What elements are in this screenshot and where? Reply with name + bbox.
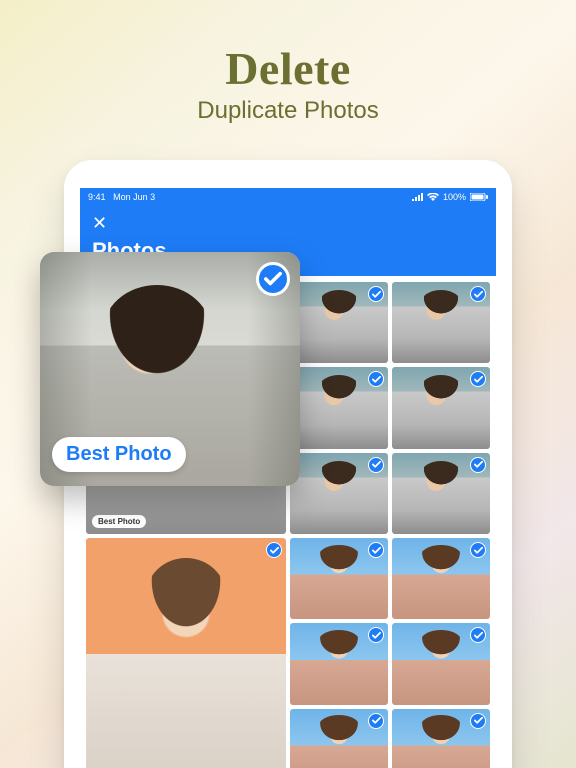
select-check-icon[interactable] — [368, 542, 384, 558]
select-check-icon[interactable] — [470, 627, 486, 643]
duplicate-column — [290, 538, 490, 768]
select-check-icon[interactable] — [266, 542, 282, 558]
select-check-icon[interactable] — [368, 713, 384, 729]
marketing-headline: Delete Duplicate Photos — [0, 0, 576, 125]
photo-thumbnail[interactable] — [290, 623, 388, 704]
select-check-icon[interactable] — [470, 286, 486, 302]
select-check-icon[interactable] — [470, 713, 486, 729]
photo-thumbnail[interactable] — [290, 367, 388, 448]
close-button[interactable]: ✕ — [92, 214, 484, 232]
select-check-icon[interactable] — [470, 457, 486, 473]
battery-icon — [470, 193, 488, 201]
signal-icon — [412, 193, 423, 201]
select-check-icon[interactable] — [368, 286, 384, 302]
duplicate-column — [290, 282, 490, 534]
status-time-date: 9:41 Mon Jun 3 — [88, 192, 155, 202]
status-date: Mon Jun 3 — [113, 192, 155, 202]
select-check-icon[interactable] — [368, 371, 384, 387]
photo-thumbnail[interactable] — [392, 709, 490, 768]
photo-thumbnail[interactable] — [392, 282, 490, 363]
battery-percent: 100% — [443, 192, 466, 202]
feature-best-photo-card: Best Photo — [40, 252, 300, 486]
select-check-icon[interactable] — [470, 371, 486, 387]
status-time: 9:41 — [88, 192, 106, 202]
photo-thumbnail[interactable] — [392, 367, 490, 448]
photo-thumbnail[interactable] — [392, 453, 490, 534]
status-right: 100% — [412, 192, 488, 202]
close-icon: ✕ — [92, 213, 107, 233]
photo-thumbnail[interactable] — [290, 282, 388, 363]
best-photo-badge: Best Photo — [92, 515, 146, 528]
photo-thumbnail[interactable] — [290, 453, 388, 534]
photo-thumbnail[interactable] — [392, 623, 490, 704]
best-photo-badge: Best Photo — [52, 437, 186, 472]
photo-thumbnail[interactable] — [290, 709, 388, 768]
select-check-icon[interactable] — [368, 457, 384, 473]
status-bar: 9:41 Mon Jun 3 100% — [80, 188, 496, 206]
photo-thumbnail[interactable] — [290, 538, 388, 619]
photo-thumbnail-best[interactable]: Best Photo — [86, 538, 286, 768]
wifi-icon — [427, 193, 439, 201]
photo-group: Best Photo — [86, 538, 490, 768]
headline-subtitle: Duplicate Photos — [0, 97, 576, 125]
headline-title: Delete — [0, 42, 576, 95]
photo-thumbnail[interactable] — [392, 538, 490, 619]
select-check-icon[interactable] — [470, 542, 486, 558]
select-check-icon[interactable] — [368, 627, 384, 643]
select-check-icon[interactable] — [256, 262, 290, 296]
